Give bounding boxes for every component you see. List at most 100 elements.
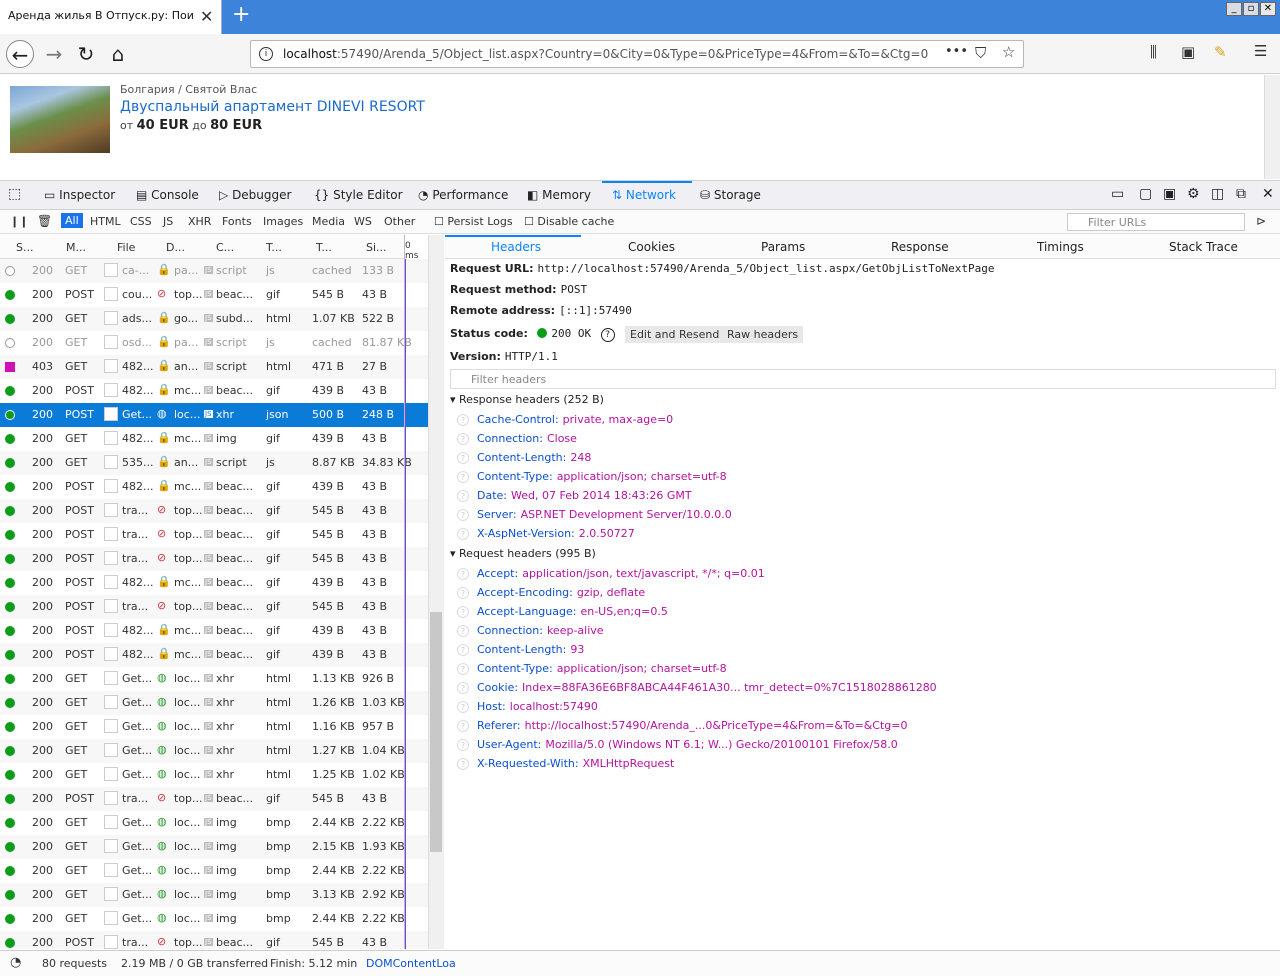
close-window-icon[interactable]: ✕: [1260, 2, 1276, 16]
help-icon[interactable]: ?: [600, 328, 615, 342]
request-headers-section[interactable]: ▾ Request headers (995 B): [450, 547, 596, 560]
response-headers-section[interactable]: ▾ Response headers (252 B): [450, 393, 604, 406]
clear-trash-icon[interactable]: 🗑: [37, 214, 52, 228]
col-method[interactable]: M...: [66, 241, 86, 254]
header-row[interactable]: ? Date: Wed, 07 Feb 2014 18:43:26 GMT: [457, 489, 692, 502]
col-waterfall[interactable]: 0 ms: [405, 241, 418, 261]
header-help-icon[interactable]: ?: [457, 509, 469, 521]
request-row[interactable]: 200 POST 482... mc... beac... gif 439 B 43 B 🔒 JS: [0, 475, 428, 499]
request-row[interactable]: 200 POST tra... top... beac... gif 545 B 43 B ⊘ J…: [0, 499, 428, 523]
col-cause[interactable]: C...: [216, 241, 234, 254]
filter-ws[interactable]: WS: [354, 215, 372, 228]
tab-performance[interactable]: ◔ Performance: [418, 188, 508, 202]
col-domain[interactable]: D...: [166, 241, 185, 254]
screenshot-icon[interactable]: ▣: [1163, 186, 1176, 202]
new-tab-button[interactable]: +: [232, 2, 250, 27]
header-help-icon[interactable]: ?: [457, 720, 469, 732]
header-help-icon[interactable]: ?: [457, 625, 469, 637]
pocket-icon[interactable]: ⛉: [975, 44, 986, 62]
col-file[interactable]: File: [117, 241, 135, 254]
tab-memory[interactable]: ◧ Memory: [527, 188, 591, 202]
tab-network[interactable]: ⇅ Network: [612, 188, 676, 202]
request-row[interactable]: 200 POST tra... top... beac... gif 545 B 43 B ⊘ J…: [0, 523, 428, 547]
home-icon[interactable]: ⌂: [104, 40, 132, 68]
header-row[interactable]: ? Content-Type: application/json; charset=…: [457, 662, 727, 675]
breadcrumb[interactable]: Болгария / Святой Влас: [120, 83, 257, 96]
sidebar-icon[interactable]: ▣: [1181, 43, 1195, 61]
filter-headers-input[interactable]: Filter headers: [450, 369, 1276, 389]
request-row[interactable]: 200 POST tra... top... beac... gif 545 B 43 B ⊘ J…: [0, 595, 428, 619]
header-help-icon[interactable]: ?: [457, 471, 469, 483]
request-row[interactable]: 200 POST 482... mc... beac... gif 439 B 43 B 🔒 JS: [0, 379, 428, 403]
request-row[interactable]: 200 GET Get... loc... img bmp 2.44 KB 2.22 KB ◍ J…: [0, 907, 428, 931]
minimize-icon[interactable]: _: [1226, 2, 1242, 16]
header-row[interactable]: ? Server: ASP.NET Development Server/10.0.…: [457, 508, 732, 521]
filter-media[interactable]: Media: [312, 215, 345, 228]
filter-js[interactable]: JS: [163, 215, 173, 228]
maximize-icon[interactable]: ▫: [1243, 2, 1259, 16]
tab-close-icon[interactable]: ✕: [200, 7, 213, 26]
library-icon[interactable]: ⫼: [1150, 43, 1157, 61]
listing-title[interactable]: Двуспальный апартамент DINEVI RESORT: [120, 99, 425, 115]
request-row[interactable]: 200 GET Get... loc... xhr html 1.25 KB 1.02 KB ◍…: [0, 763, 428, 787]
request-row[interactable]: 200 GET 482... mc... img gif 439 B 43 B 🔒 JS: [0, 427, 428, 451]
header-row[interactable]: ? Accept-Encoding: gzip, deflate: [457, 586, 645, 599]
page-scrollbar[interactable]: [1264, 75, 1280, 179]
separate-window-icon[interactable]: ⧉: [1236, 186, 1246, 202]
header-row[interactable]: ? Cache-Control: private, max-age=0: [457, 413, 673, 426]
filter-other[interactable]: Other: [384, 215, 415, 228]
request-row[interactable]: 200 GET Get... loc... img bmp 2.15 KB 1.93 KB ◍ J…: [0, 835, 428, 859]
header-help-icon[interactable]: ?: [457, 528, 469, 540]
request-row[interactable]: 200 GET Get... loc... xhr html 1.26 KB 1.03 KB ◍…: [0, 691, 428, 715]
filter-urls-input[interactable]: Filter URLs: [1067, 213, 1245, 231]
header-help-icon[interactable]: ?: [457, 414, 469, 426]
header-help-icon[interactable]: ?: [457, 758, 469, 770]
settings-gear-icon[interactable]: ⚙: [1187, 186, 1200, 202]
filter-fonts[interactable]: Fonts: [222, 215, 252, 228]
tab-storage[interactable]: ⛁ Storage: [700, 188, 761, 202]
raw-headers-button[interactable]: Raw headers: [722, 326, 804, 343]
browser-tab[interactable]: Аренда жилья В Отпуск.ру: Поиск о ✕: [0, 0, 222, 34]
info-icon[interactable]: i: [259, 47, 273, 61]
url-text[interactable]: localhost:57490/Arenda_5/Object_list.asp…: [283, 47, 928, 61]
header-row[interactable]: ? Content-Length: 93: [457, 643, 584, 656]
request-row[interactable]: 403 GET 482... an... script html 471 B 27 B 🔒 JS: [0, 355, 428, 379]
extension-icon[interactable]: ✎: [1214, 43, 1227, 61]
request-row[interactable]: 200 POST 482... mc... beac... gif 439 B 43 B 🔒 JS: [0, 643, 428, 667]
menu-icon[interactable]: ☰: [1254, 42, 1267, 60]
bookmark-star-icon[interactable]: ☆: [1002, 43, 1015, 61]
tab-timings[interactable]: Timings: [1037, 240, 1084, 254]
header-help-icon[interactable]: ?: [457, 490, 469, 502]
request-row[interactable]: 200 POST Get... loc... xhr json 500 B 248 B ◍ JS: [0, 403, 428, 427]
request-row[interactable]: 200 POST tra... top... beac... gif 545 B 43 B ⊘ J…: [0, 787, 428, 811]
request-row[interactable]: 200 GET Get... loc... img bmp 2.44 KB 2.22 KB ◍ J…: [0, 811, 428, 835]
dock-side-icon[interactable]: ◫: [1211, 186, 1224, 202]
tab-response[interactable]: Response: [891, 240, 949, 254]
request-url[interactable]: http://localhost:57490/Arenda_5/Object_l…: [538, 262, 995, 275]
header-row[interactable]: ? User-Agent: Mozilla/5.0 (Windows NT 6.1;…: [457, 738, 898, 751]
request-row[interactable]: 200 GET ca-... pa... script js cached 133 B 🔒 JS: [0, 259, 428, 283]
tab-style-editor[interactable]: {} Style Editor: [314, 188, 403, 202]
header-help-icon[interactable]: ?: [457, 452, 469, 464]
tab-headers[interactable]: Headers: [491, 240, 541, 254]
header-row[interactable]: ? Connection: Close: [457, 432, 577, 445]
request-row[interactable]: 200 POST 482... mc... beac... gif 439 B 43 B 🔒 JS: [0, 571, 428, 595]
request-row[interactable]: 200 GET Get... loc... xhr html 1.27 KB 1.04 KB ◍…: [0, 739, 428, 763]
request-row[interactable]: 200 GET Get... loc... img bmp 3.13 KB 2.92 KB ◍ J…: [0, 883, 428, 907]
pause-icon[interactable]: ❙❙: [10, 215, 28, 228]
header-row[interactable]: ? X-Requested-With: XMLHttpRequest: [457, 757, 674, 770]
col-status[interactable]: S...: [16, 241, 33, 254]
header-help-icon[interactable]: ?: [457, 682, 469, 694]
request-row[interactable]: 200 POST 482... mc... beac... gif 439 B 43 B 🔒 JS: [0, 619, 428, 643]
responsive-icon[interactable]: ▭: [1111, 186, 1124, 202]
forward-icon[interactable]: →: [40, 40, 68, 68]
col-size[interactable]: Si...: [366, 241, 387, 254]
request-row[interactable]: 200 GET 535... an... script js 8.87 KB 34.83 KB…: [0, 451, 428, 475]
persist-logs-checkbox[interactable]: ☐ Persist Logs: [434, 215, 513, 228]
col-type[interactable]: T...: [266, 241, 282, 254]
disable-cache-checkbox[interactable]: ☐ Disable cache: [524, 215, 614, 228]
request-row[interactable]: 200 GET ads... go... subd... html 1.07 KB 522 B…: [0, 307, 428, 331]
toggle-details-icon[interactable]: ⊳: [1256, 214, 1266, 228]
header-help-icon[interactable]: ?: [457, 739, 469, 751]
header-row[interactable]: ? Cookie: Index=88FA36E6BF8ABCA44F461A30..…: [457, 681, 937, 694]
